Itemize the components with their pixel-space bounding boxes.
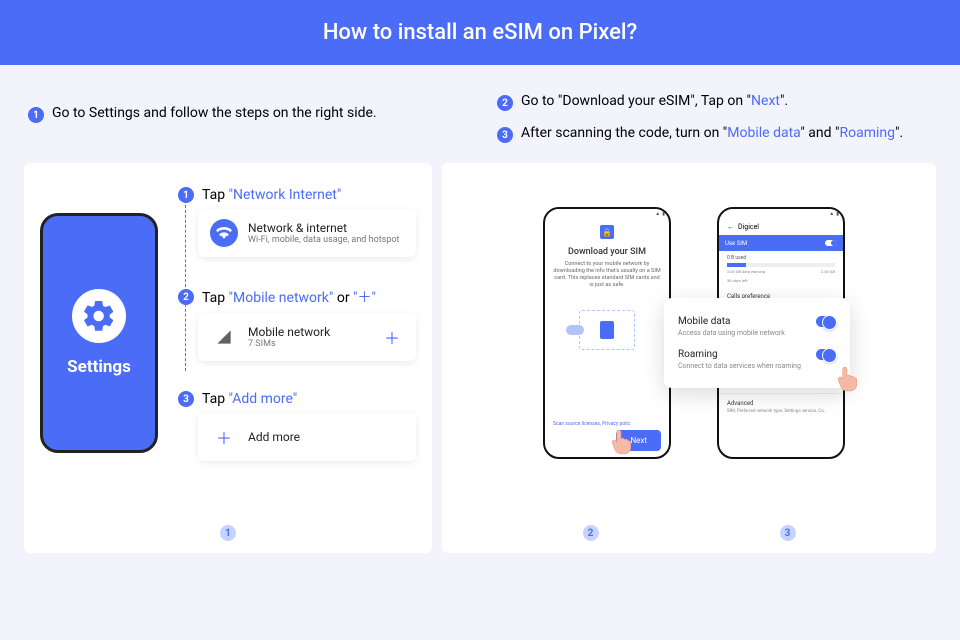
- carrier-name: Digicel: [738, 223, 759, 231]
- toggle-switch[interactable]: [816, 316, 836, 327]
- status-bar: ▲▮: [719, 209, 843, 219]
- signal-icon: [210, 323, 238, 351]
- step-badge: 2: [178, 289, 194, 305]
- card-title: Add more: [248, 430, 300, 444]
- panel-phone-screens: ▲▮ 🔒 Download your SIM Connect to your m…: [442, 163, 936, 553]
- step-badge: 3: [497, 127, 513, 143]
- toggle-switch[interactable]: [816, 349, 836, 360]
- intro-step-2-text: Go to "Download your eSIM", Tap on "Next…: [521, 93, 788, 109]
- card-title: Mobile network: [248, 325, 330, 339]
- next-button[interactable]: Next: [616, 430, 661, 451]
- intro-step-2: 2 Go to "Download your eSIM", Tap on "Ne…: [497, 93, 936, 111]
- back-icon[interactable]: ←: [727, 223, 734, 231]
- intro-steps: 1 Go to Settings and follow the steps on…: [0, 65, 960, 163]
- phone-screen-title: Download your SIM: [545, 247, 669, 257]
- panel-number-badge: 1: [220, 525, 236, 541]
- phone-download-sim: ▲▮ 🔒 Download your SIM Connect to your m…: [543, 207, 671, 459]
- toggle-overlay-card: Mobile data Access data using mobile net…: [664, 298, 850, 388]
- wifi-icon: [210, 219, 238, 247]
- gear-icon: [72, 289, 126, 343]
- step-badge: 3: [178, 391, 194, 407]
- page-header: How to install an eSIM on Pixel?: [0, 0, 960, 65]
- intro-step-1-text: Go to Settings and follow the steps on t…: [52, 105, 377, 121]
- panel-number-badge: 2: [583, 525, 599, 541]
- privacy-link[interactable]: Scan source licenses, Privacy polic: [553, 421, 630, 427]
- step-badge: 1: [178, 187, 194, 203]
- plus-icon: ＋: [210, 423, 238, 451]
- phone-settings-label: Settings: [67, 357, 131, 377]
- shield-icon: 🔒: [600, 225, 614, 239]
- cloud-icon: [566, 325, 584, 335]
- page-title: How to install an eSIM on Pixel?: [323, 20, 637, 45]
- card-subtitle: 7 SIMs: [248, 339, 330, 349]
- step-badge: 1: [28, 107, 44, 123]
- panel-settings-steps: Settings 1 Tap "Network Internet" Networ…: [24, 163, 432, 553]
- card-title: Network & internet: [248, 221, 399, 235]
- roaming-toggle-row[interactable]: Roaming Connect to data services when ro…: [678, 343, 836, 376]
- intro-step-3-text: After scanning the code, turn on "Mobile…: [521, 125, 903, 141]
- panel-number-badge: 3: [780, 525, 796, 541]
- phone-settings-mock: Settings: [40, 213, 158, 453]
- status-bar: ▲▮: [545, 209, 669, 219]
- card-mobile-network[interactable]: Mobile network 7 SIMs ＋: [198, 313, 416, 361]
- use-sim-toggle-row[interactable]: Use SIM: [719, 235, 843, 251]
- toggle-switch[interactable]: [825, 240, 837, 246]
- substep-3: 3 Tap "Add more" ＋ Add more: [178, 391, 416, 461]
- card-subtitle: Wi-Fi, mobile, data usage, and hotspot: [248, 235, 399, 245]
- card-network-internet[interactable]: Network & internet Wi-Fi, mobile, data u…: [198, 209, 416, 257]
- data-used-label: 0 B used: [719, 251, 843, 261]
- sim-card-icon: [600, 321, 614, 339]
- phone-screen-desc: Connect to your mobile network by downlo…: [545, 261, 669, 290]
- mobile-data-toggle-row[interactable]: Mobile data Access data using mobile net…: [678, 310, 836, 343]
- intro-step-1: 1 Go to Settings and follow the steps on…: [28, 93, 467, 143]
- advanced-row[interactable]: AdvancedSIM, Preferred network type, Set…: [719, 394, 843, 420]
- step-badge: 2: [497, 95, 513, 111]
- intro-step-3: 3 After scanning the code, turn on "Mobi…: [497, 125, 936, 143]
- scan-area: [579, 310, 635, 350]
- substep-2: 2 Tap "Mobile network" or "＋" Mobile net…: [178, 287, 416, 361]
- card-add-more[interactable]: ＋ Add more: [198, 413, 416, 461]
- data-usage-bar: [727, 263, 835, 267]
- plus-icon[interactable]: ＋: [380, 325, 404, 349]
- substep-1: 1 Tap "Network Internet" Network & inter…: [178, 187, 416, 257]
